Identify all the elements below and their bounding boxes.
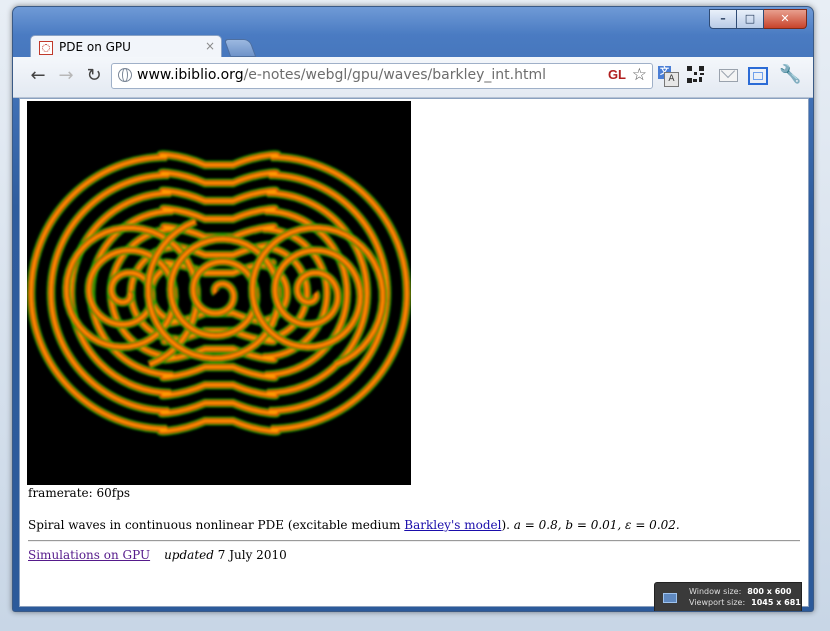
back-button[interactable]: ← [27, 66, 49, 86]
parameters-text: a = 0.8, b = 0.01, ε = 0.02. [513, 518, 680, 532]
url-path: /e-notes/webgl/gpu/waves/barkley_int.htm… [243, 67, 546, 83]
minimize-button[interactable]: – [709, 9, 737, 29]
framerate-text: framerate: 60fps [28, 486, 131, 500]
browser-window: – □ ✕ PDE on GPU × ← → ↻ www.ibiblio.org… [12, 6, 814, 612]
webgl-badge-icon[interactable]: GL [608, 67, 626, 82]
window-controls: – □ ✕ [709, 9, 807, 29]
globe-icon [118, 68, 132, 82]
viewport-size-value: 1045 x 681 [751, 598, 801, 607]
forward-button[interactable]: → [55, 66, 77, 86]
close-window-button[interactable]: ✕ [764, 9, 807, 29]
window-size-icon [663, 593, 677, 603]
translate-icon[interactable]: 文A [657, 65, 679, 87]
qr-code-icon[interactable] [686, 65, 708, 87]
simulation-canvas[interactable] [27, 101, 411, 485]
horizontal-rule [28, 540, 800, 542]
window-size-value: 800 x 600 [747, 587, 792, 596]
tab-title: PDE on GPU [59, 40, 131, 54]
title-bar: – □ ✕ PDE on GPU × [13, 7, 813, 60]
url-text[interactable]: www.ibiblio.org/e-notes/webgl/gpu/waves/… [137, 67, 546, 83]
simulations-on-gpu-link[interactable]: Simulations on GPU [28, 548, 150, 562]
mail-icon[interactable] [718, 65, 740, 87]
wrench-icon[interactable]: 🔧 [779, 65, 801, 87]
window-size-label: Window size: [689, 587, 742, 596]
tab-close-icon[interactable]: × [205, 39, 215, 53]
window-size-row: Window size: 800 x 600 [689, 587, 791, 596]
updated-label: updated [164, 548, 214, 562]
reload-button[interactable]: ↻ [83, 66, 105, 86]
bookmark-star-icon[interactable]: ☆ [632, 65, 647, 85]
browser-toolbar: ← → ↻ www.ibiblio.org/e-notes/webgl/gpu/… [13, 57, 813, 98]
viewport-size-label: Viewport size: [689, 598, 746, 607]
window-size-badge: Window size: 800 x 600 Viewport size: 1045… [654, 582, 802, 611]
barkley-model-link[interactable]: Barkley's model [404, 518, 501, 532]
description-text: Spiral waves in continuous nonlinear PDE… [28, 518, 405, 532]
viewport-size-row: Viewport size: 1045 x 681 [689, 598, 801, 607]
url-domain: www.ibiblio.org [137, 67, 244, 83]
favicon-icon [39, 41, 53, 55]
new-tab-button[interactable] [223, 39, 257, 57]
updated-date: 7 July 2010 [217, 548, 287, 562]
maximize-button[interactable]: □ [737, 9, 764, 29]
spiral-waves-image [27, 101, 411, 485]
description-close: ). [501, 518, 510, 532]
page-viewport: framerate: 60fps Spiral waves in continu… [19, 98, 809, 607]
fullscreen-icon[interactable] [747, 65, 769, 87]
description-paragraph: Spiral waves in continuous nonlinear PDE… [28, 518, 680, 532]
address-bar[interactable]: www.ibiblio.org/e-notes/webgl/gpu/waves/… [111, 63, 653, 89]
footer: Simulations on GPU updated 7 July 2010 [28, 548, 287, 562]
